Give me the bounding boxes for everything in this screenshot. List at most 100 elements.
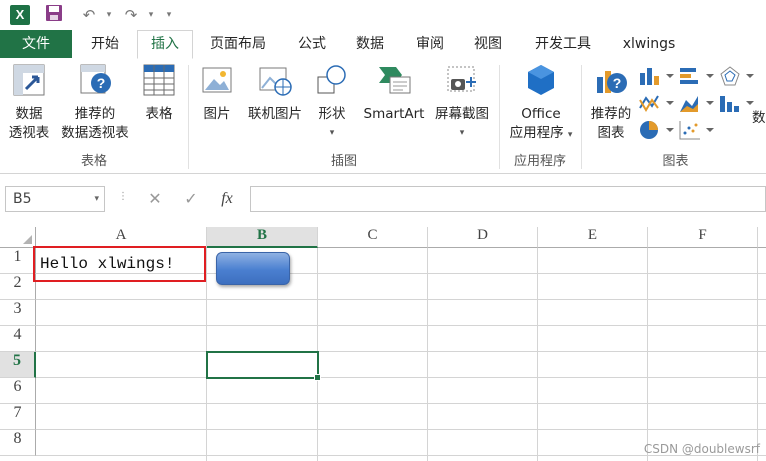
- office-apps-dropdown-icon: ▾: [567, 130, 573, 140]
- grid-line: [36, 403, 766, 404]
- pivot-table-label-1: 数据: [15, 106, 43, 122]
- recommended-pivot-button[interactable]: ? 推荐的 数据透视表: [56, 63, 134, 143]
- svg-text:?: ?: [97, 75, 106, 91]
- active-cell-b5[interactable]: [206, 351, 321, 381]
- office-apps-button[interactable]: Office 应用程序 ▾: [503, 63, 579, 145]
- tab-review[interactable]: 审阅: [406, 30, 454, 58]
- column-header-d[interactable]: D: [428, 227, 538, 248]
- table-label: 表格: [145, 106, 173, 122]
- row-header-1[interactable]: 1: [0, 248, 36, 274]
- cut-off-button-label[interactable]: 数: [752, 106, 766, 126]
- excel-logo-icon: X: [10, 5, 30, 25]
- formula-input[interactable]: [250, 186, 766, 212]
- name-box[interactable]: B5 ▾: [5, 186, 105, 212]
- screenshot-button[interactable]: 屏幕截图 ▾: [430, 63, 494, 143]
- enter-icon[interactable]: ✓: [176, 186, 206, 212]
- column-header-a[interactable]: A: [36, 227, 207, 248]
- picture-label: 图片: [203, 106, 231, 122]
- rounded-rectangle-shape[interactable]: [216, 252, 290, 285]
- smartart-icon: [379, 67, 411, 94]
- redo-icon[interactable]: ↷: [118, 4, 144, 26]
- office-apps-label-2: 应用程序: [509, 125, 564, 141]
- radar-chart-button[interactable]: [718, 65, 758, 87]
- tab-page-layout[interactable]: 页面布局: [200, 30, 276, 58]
- line-chart-button[interactable]: [638, 92, 678, 114]
- undo-dropdown-icon[interactable]: ▾: [102, 4, 116, 26]
- column-chart-icon: [640, 68, 674, 85]
- row-header-2[interactable]: 2: [0, 274, 36, 300]
- column-header-e[interactable]: E: [538, 227, 648, 248]
- group-label-charts: 图表: [662, 154, 689, 169]
- bar-chart-button[interactable]: [678, 65, 718, 87]
- tab-developer[interactable]: 开发工具: [524, 30, 602, 58]
- insert-function-icon[interactable]: fx: [212, 186, 242, 212]
- undo-icon[interactable]: ↶: [76, 4, 102, 26]
- tab-data[interactable]: 数据: [346, 30, 394, 58]
- shapes-dropdown-icon: ▾: [329, 128, 335, 138]
- row-header-7[interactable]: 7: [0, 404, 36, 430]
- name-box-dropdown-icon[interactable]: ▾: [94, 187, 99, 211]
- tab-file[interactable]: 文件: [0, 30, 72, 58]
- table-button[interactable]: 表格: [137, 63, 181, 124]
- quick-access-toolbar: X ↶ ▾ ↷ ▾ ▾: [0, 0, 766, 30]
- watermark: CSDN @doublewsrf: [643, 442, 760, 456]
- office-apps-label-1: Office: [521, 106, 561, 122]
- grid-line: [36, 351, 766, 352]
- pie-chart-button[interactable]: [638, 119, 678, 141]
- group-label-tables: 表格: [80, 154, 107, 169]
- tab-xlwings[interactable]: xlwings: [612, 30, 686, 58]
- online-picture-icon: [259, 67, 292, 96]
- online-picture-button[interactable]: 联机图片: [243, 63, 307, 124]
- recommended-charts-icon: ?: [597, 71, 627, 93]
- pivot-table-label-2: 透视表: [8, 125, 50, 141]
- column-header-f[interactable]: F: [648, 227, 758, 248]
- recommended-pivot-icon: ?: [80, 64, 111, 94]
- svg-text:?: ?: [613, 75, 622, 91]
- row-header-6[interactable]: 6: [0, 378, 36, 404]
- recommended-charts-label-2: 图表: [597, 125, 625, 141]
- picture-icon: [202, 67, 232, 93]
- ribbon-insert: 数据 透视表 ? 推荐的 数据透视表 表格 表格 图片 联机图片 形状 ▾ Sm…: [0, 59, 766, 174]
- area-chart-button[interactable]: [678, 92, 718, 114]
- pie-chart-icon: [640, 121, 674, 139]
- screenshot-label: 屏幕截图: [435, 106, 489, 122]
- pivot-table-button[interactable]: 数据 透视表: [4, 63, 54, 143]
- column-chart-button[interactable]: [638, 65, 678, 87]
- picture-button[interactable]: 图片: [194, 63, 240, 124]
- grid-line: [537, 248, 538, 461]
- row-header-3[interactable]: 3: [0, 300, 36, 326]
- column-header-c[interactable]: C: [318, 227, 428, 248]
- pivot-table-icon: [13, 64, 45, 96]
- group-label-apps: 应用程序: [513, 154, 566, 169]
- cancel-icon[interactable]: ✕: [140, 186, 170, 212]
- row-header-5[interactable]: 5: [0, 352, 36, 378]
- row-header-4[interactable]: 4: [0, 326, 36, 352]
- customize-qat-icon[interactable]: ▾: [162, 4, 176, 26]
- worksheet-grid[interactable]: A B C D E F 1 2 3 4 5 6 7 8 Hello xlwing…: [0, 227, 766, 461]
- tab-home[interactable]: 开始: [80, 30, 130, 58]
- smartart-label: SmartArt: [363, 106, 425, 122]
- scatter-chart-button[interactable]: [678, 119, 718, 141]
- column-header-b[interactable]: B: [207, 227, 318, 248]
- formula-bar: B5 ▾ ⋮ ✕ ✓ fx: [0, 181, 766, 217]
- grid-line: [36, 429, 766, 430]
- tab-insert[interactable]: 插入: [137, 30, 193, 59]
- redo-dropdown-icon[interactable]: ▾: [144, 4, 158, 26]
- grid-line: [36, 377, 766, 378]
- tab-view[interactable]: 视图: [464, 30, 512, 58]
- scatter-chart-icon: [679, 121, 714, 140]
- ribbon-tabs: 文件 开始 插入 页面布局 公式 数据 审阅 视图 开发工具 xlwings: [0, 30, 766, 60]
- grid-line: [647, 248, 648, 461]
- screenshot-icon: [447, 66, 476, 92]
- select-all-corner[interactable]: [0, 227, 36, 248]
- tab-formulas[interactable]: 公式: [288, 30, 336, 58]
- office-apps-icon: [528, 65, 554, 95]
- online-picture-label: 联机图片: [248, 106, 302, 122]
- column-header-g-partial[interactable]: [758, 227, 766, 248]
- row-header-8[interactable]: 8: [0, 430, 36, 456]
- save-icon[interactable]: [42, 4, 66, 26]
- office-apps-label-2-row: 应用程序 ▾: [503, 124, 579, 145]
- smartart-button[interactable]: SmartArt: [358, 63, 430, 124]
- recommended-charts-button[interactable]: ? 推荐的 图表: [585, 63, 637, 143]
- shapes-button[interactable]: 形状 ▾: [310, 63, 354, 143]
